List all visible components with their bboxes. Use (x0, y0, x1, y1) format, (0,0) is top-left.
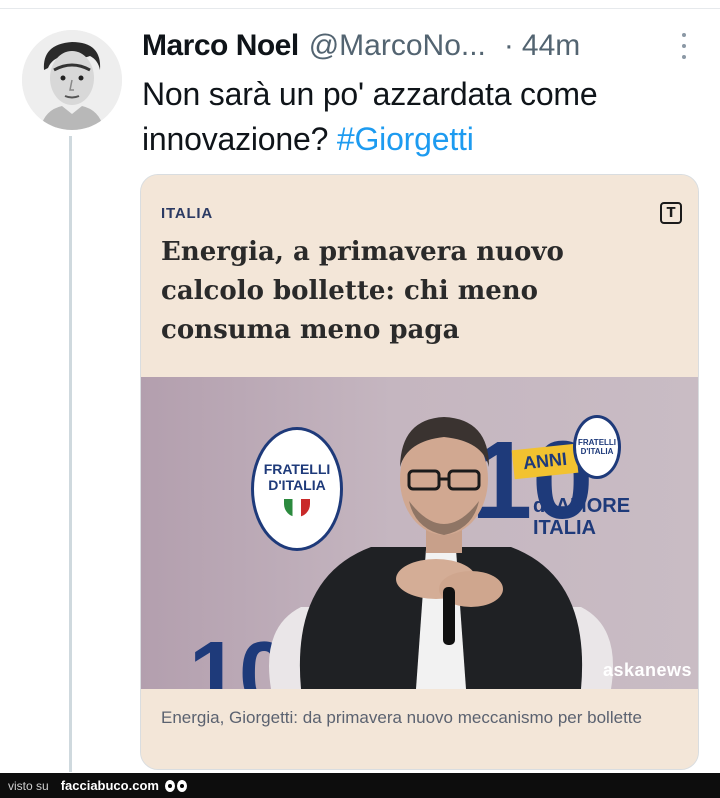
speaker-figure (269, 417, 613, 689)
card-photo[interactable]: FRATELLI D'ITALIA 10 ANNI FRATELLI D'ITA… (141, 377, 698, 689)
author-handle[interactable]: @MarcoNo... (309, 29, 486, 63)
tweet-header: Marco Noel @MarcoNo... · 44m (142, 24, 702, 68)
card-caption: Energia, Giorgetti: da primavera nuovo m… (161, 708, 642, 727)
hashtag-link[interactable]: #Giorgetti (337, 121, 474, 157)
broadcaster-watermark: askanews (602, 660, 692, 680)
card-section-label: ITALIA (161, 205, 214, 222)
source-logo-icon: T (660, 202, 682, 224)
link-preview-card[interactable]: ITALIA T Energia, a primavera nuovo calc… (140, 174, 699, 770)
card-header: ITALIA T Energia, a primavera nuovo calc… (141, 175, 698, 377)
eyes-logo-icon (164, 779, 187, 792)
separator-dot: · (503, 29, 514, 62)
top-divider (0, 8, 720, 9)
author-name[interactable]: Marco Noel (142, 29, 299, 63)
more-options-icon[interactable] (682, 33, 688, 59)
card-caption-area: Energia, Giorgetti: da primavera nuovo m… (141, 689, 698, 769)
avatar-portrait-icon (22, 30, 122, 130)
tweet-text: Non sarà un po' azzardata come innovazio… (142, 72, 702, 162)
site-footer: visto su facciabuco.com (0, 773, 720, 798)
footer-site-link[interactable]: facciabuco.com (61, 778, 159, 793)
avatar[interactable] (22, 30, 122, 130)
card-headline: Energia, a primavera nuovo calcolo bolle… (161, 237, 564, 345)
timestamp[interactable]: 44m (522, 29, 580, 63)
footer-visto-su: visto su (8, 778, 49, 793)
thread-connector-line (69, 136, 72, 772)
